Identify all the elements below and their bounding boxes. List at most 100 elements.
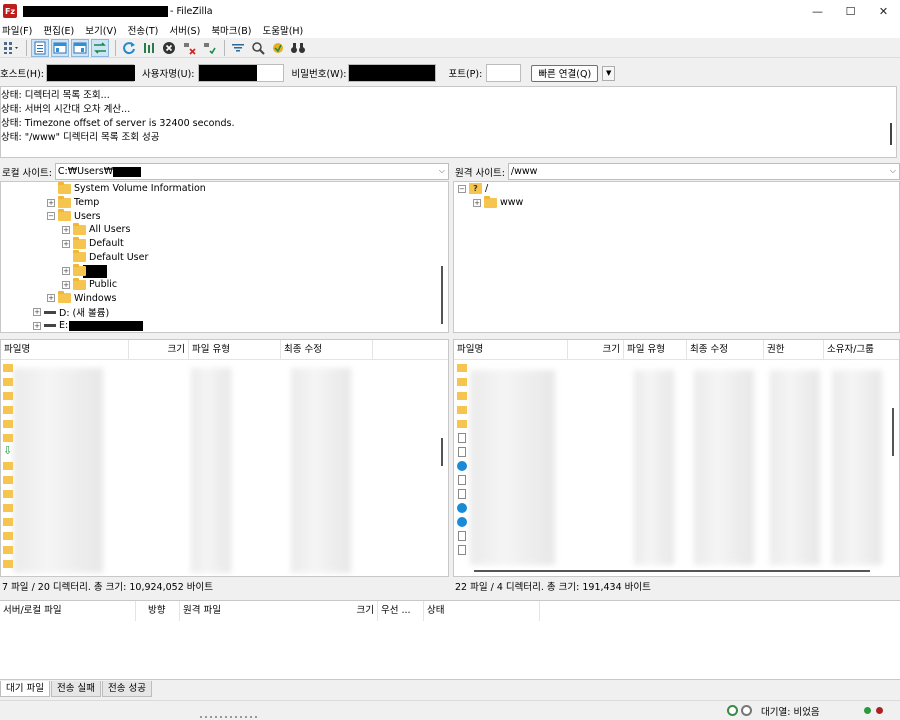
local-tree-scrollbar[interactable]	[441, 266, 443, 324]
local-list-scrollbar[interactable]	[441, 438, 443, 466]
remote-directory-tree[interactable]: −? / + www	[453, 181, 900, 333]
expand-icon[interactable]: +	[62, 280, 70, 289]
column-owner-group[interactable]: 소유자/그룹	[824, 340, 899, 360]
toggle-local-tree-icon[interactable]	[51, 38, 69, 57]
binoculars-icon[interactable]	[289, 39, 307, 57]
password-input[interactable]	[348, 64, 437, 82]
tree-item[interactable]: + Default	[62, 236, 124, 251]
menu-edit[interactable]: 편집(E)	[43, 23, 74, 37]
refresh-icon[interactable]	[120, 39, 138, 57]
queue-column-size[interactable]: 크기	[328, 601, 378, 621]
tree-item-redacted	[83, 264, 107, 278]
column-permissions[interactable]: 권한	[764, 340, 824, 360]
tree-item[interactable]: System Volume Information	[47, 182, 206, 196]
menu-file[interactable]: 파일(F)	[2, 23, 32, 37]
disconnect-icon[interactable]	[180, 39, 198, 57]
toggle-queue-icon[interactable]	[91, 38, 109, 57]
local-directory-tree[interactable]: System Volume Information + Temp − Users +…	[0, 181, 449, 333]
tree-item[interactable]: + All Users	[62, 222, 130, 237]
tab-successful-transfers[interactable]: 전송 성공	[101, 681, 152, 697]
local-path-input[interactable]: C:₩Users₩ ⌵	[54, 163, 449, 180]
remote-path-input[interactable]: /www ⌵	[507, 163, 900, 180]
menu-help[interactable]: 도움말(H)	[262, 23, 303, 37]
search-icon[interactable]	[249, 39, 267, 57]
menu-bookmarks[interactable]: 북마크(B)	[211, 23, 251, 37]
speed-limit-icon[interactable]	[741, 705, 752, 716]
tab-failed-transfers[interactable]: 전송 실패	[50, 681, 101, 697]
column-filetype[interactable]: 파일 유형	[189, 340, 281, 360]
chevron-down-icon[interactable]: ⌵	[439, 166, 445, 176]
folder-icon	[3, 476, 13, 484]
expand-icon[interactable]: +	[62, 225, 70, 234]
gear-icon[interactable]	[727, 705, 738, 716]
tree-item[interactable]: −? /	[458, 182, 488, 196]
site-manager-icon[interactable]	[2, 39, 20, 57]
queue-column-priority[interactable]: 우선 ...	[378, 601, 424, 621]
transfer-queue[interactable]: 서버/로컬 파일 방향 원격 파일 크기 우선 ... 상태	[0, 600, 900, 680]
message-log[interactable]: 상태: 디렉터리 목록 조회... 상태: 서버의 시간대 오차 계산... 상…	[0, 86, 897, 158]
folder-shortcut-icon	[3, 504, 13, 512]
log-line: 상태: 디렉터리 목록 조회...	[1, 90, 110, 101]
tree-item[interactable]: + Temp	[47, 195, 99, 210]
column-size[interactable]: 크기	[568, 340, 624, 360]
column-filename[interactable]: 파일명	[1, 340, 129, 360]
minimize-button[interactable]: —	[801, 0, 834, 22]
toggle-remote-tree-icon[interactable]	[71, 38, 89, 57]
folder-icon	[3, 378, 13, 386]
tree-item[interactable]: + Windows	[47, 291, 116, 306]
drive-icon	[44, 324, 56, 328]
directory-filter-icon[interactable]	[229, 39, 247, 57]
expand-icon[interactable]: +	[47, 294, 55, 303]
tree-item[interactable]: + Public	[62, 277, 117, 292]
host-input[interactable]	[45, 64, 135, 82]
blurred-file-types	[191, 368, 231, 573]
log-scrollbar[interactable]	[890, 123, 892, 145]
folder-icon	[3, 364, 13, 372]
process-queue-icon[interactable]	[140, 39, 158, 57]
column-filetype[interactable]: 파일 유형	[624, 340, 687, 360]
column-modified[interactable]: 최종 수정	[687, 340, 764, 360]
local-file-list[interactable]: 파일명 ^ 크기 파일 유형 최종 수정 ⇩	[0, 339, 449, 577]
expand-icon[interactable]: +	[62, 239, 70, 248]
remote-list-scrollbar[interactable]	[892, 408, 894, 456]
toggle-log-icon[interactable]	[31, 38, 49, 57]
maximize-button[interactable]: ☐	[834, 0, 867, 22]
port-input[interactable]	[486, 64, 522, 82]
quickconnect-dropdown-icon[interactable]: ▼	[602, 65, 616, 81]
expand-icon[interactable]: +	[33, 308, 41, 317]
queue-tabs: 대기 파일 전송 실패 전송 성공	[0, 681, 153, 697]
close-button[interactable]: ✕	[867, 0, 900, 22]
menu-view[interactable]: 보기(V)	[85, 23, 116, 37]
expand-icon[interactable]: +	[47, 198, 55, 207]
expand-icon[interactable]: +	[62, 267, 70, 276]
expand-icon[interactable]: +	[33, 321, 41, 330]
collapse-icon[interactable]: −	[458, 184, 466, 193]
tree-item[interactable]: + www	[473, 195, 523, 210]
sync-browsing-icon[interactable]	[269, 39, 287, 57]
username-input[interactable]	[197, 64, 284, 82]
cancel-operation-icon[interactable]	[160, 39, 178, 57]
chevron-down-icon[interactable]: ⌵	[890, 166, 896, 176]
collapse-icon[interactable]: −	[47, 212, 55, 221]
column-size[interactable]: 크기	[129, 340, 189, 360]
status-bar-grip-left	[200, 716, 260, 718]
tree-item[interactable]: + E:	[33, 319, 144, 332]
tree-item[interactable]: − Users	[47, 209, 101, 223]
queue-column-status[interactable]: 상태	[424, 601, 540, 621]
reconnect-icon[interactable]	[200, 39, 218, 57]
tab-queued-files[interactable]: 대기 파일	[0, 681, 50, 697]
folder-icon	[3, 518, 13, 526]
menu-transfer[interactable]: 전송(T)	[128, 23, 159, 37]
tree-item[interactable]: + D: (새 볼륨)	[33, 305, 109, 319]
queue-column-direction[interactable]: 방향	[136, 601, 180, 621]
remote-list-hscrollbar[interactable]	[474, 570, 870, 572]
quickconnect-button[interactable]: 빠른 연결(Q)	[531, 64, 599, 82]
remote-file-list[interactable]: 파일명 ^ 크기 파일 유형 최종 수정 권한 소유자/그룹	[453, 339, 900, 577]
queue-column-local-file[interactable]: 서버/로컬 파일	[0, 601, 136, 621]
menu-server[interactable]: 서버(S)	[169, 23, 200, 37]
tree-item[interactable]: +	[62, 264, 107, 278]
column-filename[interactable]: 파일명	[454, 340, 568, 360]
tree-item[interactable]: Default User	[62, 250, 148, 265]
expand-icon[interactable]: +	[473, 198, 481, 207]
column-modified[interactable]: 최종 수정	[281, 340, 373, 360]
